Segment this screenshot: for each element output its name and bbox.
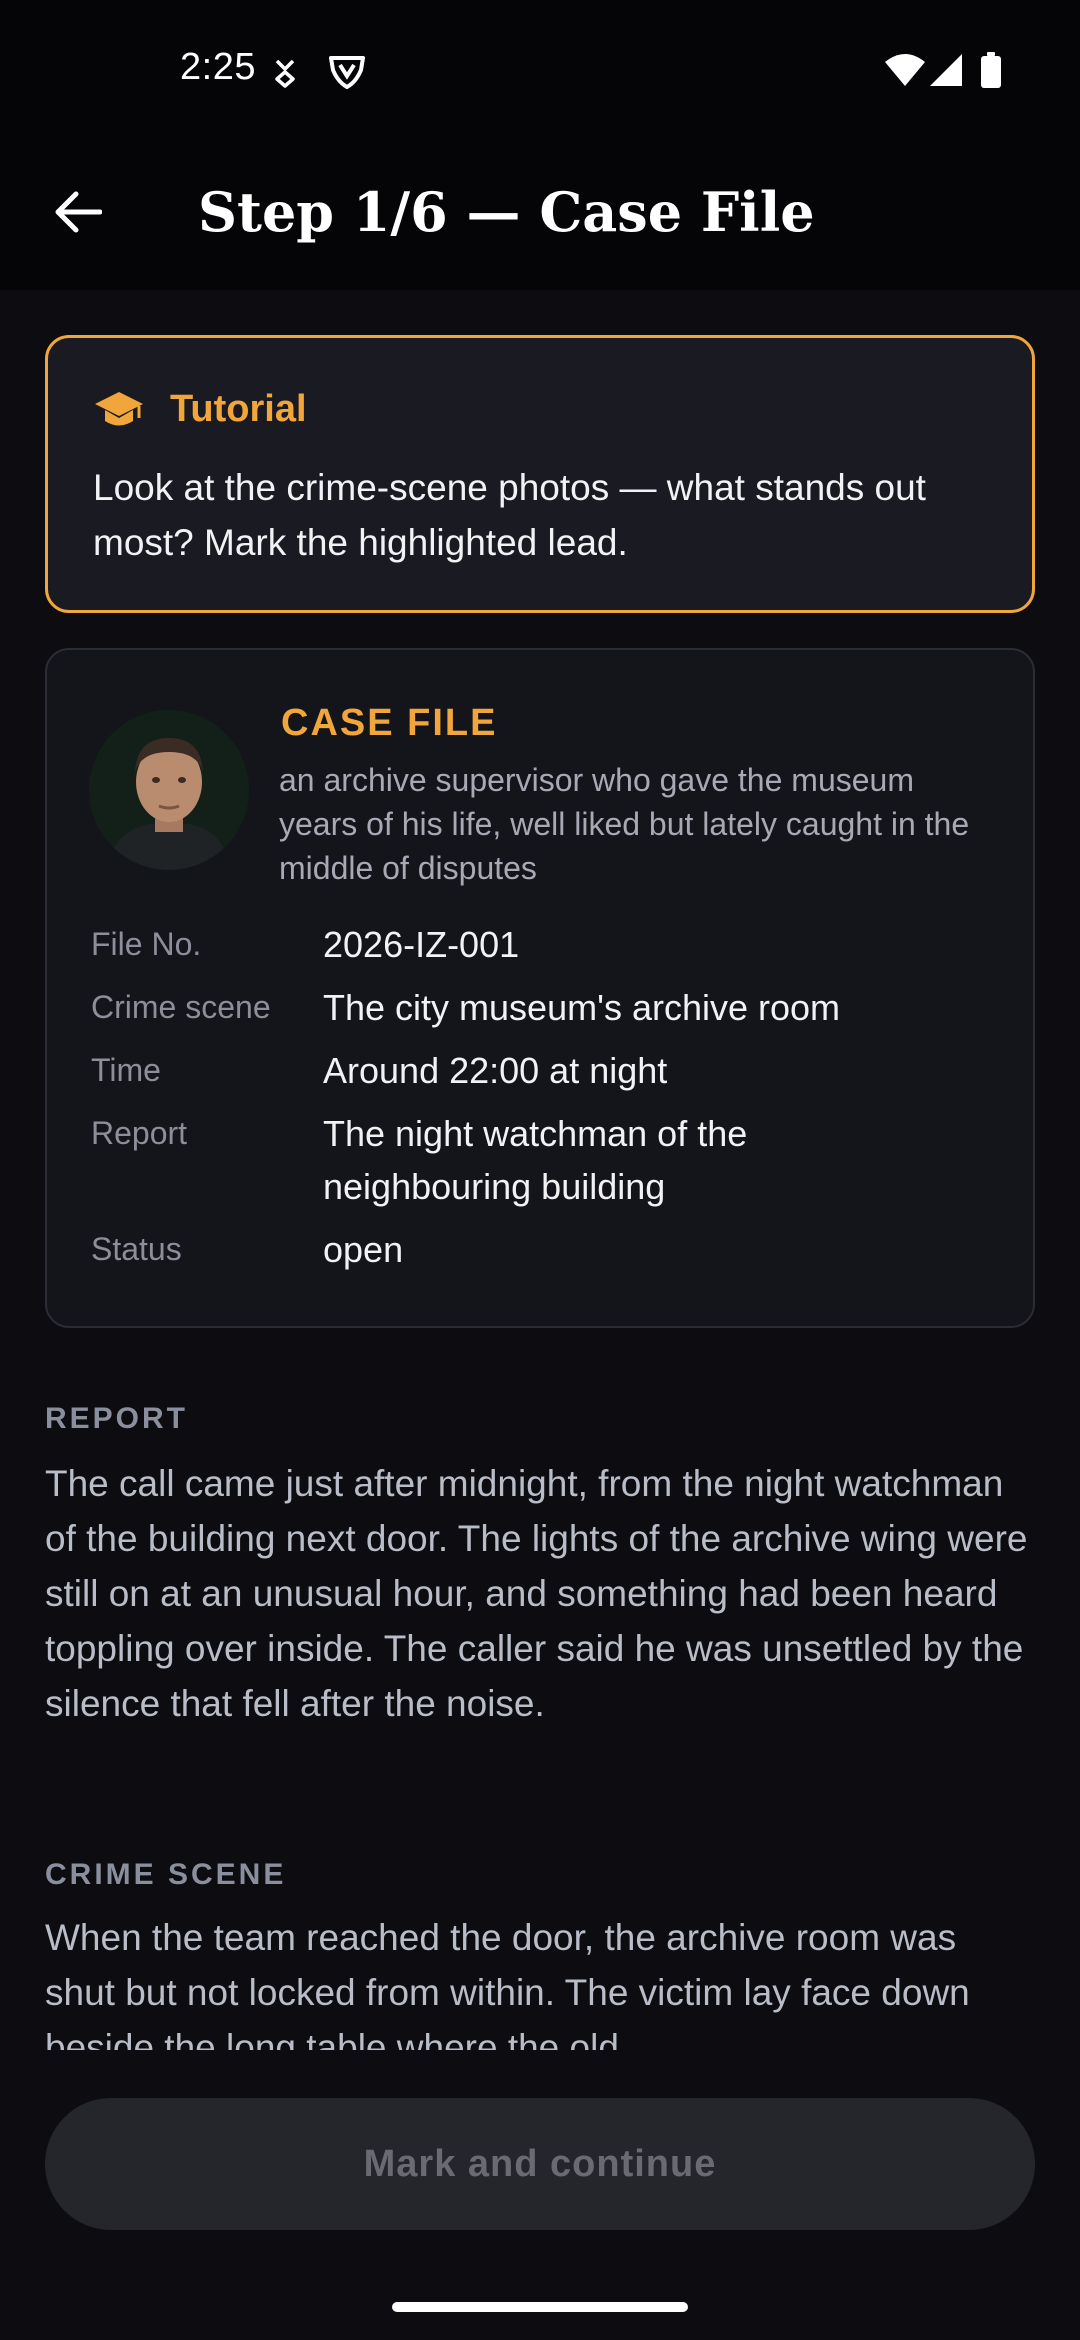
- tutorial-text: Look at the crime-scene photos — what st…: [93, 467, 926, 563]
- status-time: 2:25: [180, 46, 256, 88]
- shield-vpn-icon: [328, 54, 366, 90]
- crime-scene-body: When the team reached the door, the arch…: [45, 1917, 970, 2050]
- home-indicator[interactable]: [392, 2302, 688, 2312]
- tutorial-title: Tutorial: [170, 388, 307, 430]
- field-label: Status: [91, 1231, 182, 1267]
- page-title: Step 1/6 — Case File: [198, 180, 815, 244]
- crime-scene-scroll-area[interactable]: When the team reached the door, the arch…: [0, 1910, 1080, 2050]
- field-value: The night watchman of the neighbouring b…: [323, 1113, 748, 1207]
- field-row-time: Time Around 22:00 at night: [91, 1044, 1011, 1097]
- report-heading: REPORT: [45, 1402, 189, 1435]
- field-label: Crime scene: [91, 989, 271, 1025]
- case-file-label: CASE FILE: [281, 702, 498, 744]
- field-label: Time: [91, 1052, 161, 1088]
- field-value: Around 22:00 at night: [323, 1050, 668, 1091]
- field-value: The city museum's archive room: [323, 987, 841, 1028]
- field-row-crime-scene: Crime scene The city museum's archive ro…: [91, 981, 1011, 1034]
- field-value: 2026-IZ-001: [323, 924, 520, 965]
- status-bar: 2:25: [0, 0, 1080, 140]
- crime-scene-heading: CRIME SCENE: [45, 1858, 287, 1891]
- battery-icon: [980, 52, 1002, 88]
- report-body: The call came just after midnight, from …: [45, 1463, 1028, 1724]
- tutorial-card: Tutorial Look at the crime-scene photos …: [45, 335, 1035, 613]
- graduation-cap-icon: [93, 388, 145, 437]
- back-button[interactable]: [40, 176, 116, 252]
- mark-and-continue-button[interactable]: Mark and continue: [45, 2098, 1035, 2230]
- status-value: open: [323, 1229, 404, 1270]
- app-bar: Step 1/6 — Case File: [0, 140, 1080, 290]
- field-row-report: Report The night watchman of the neighbo…: [91, 1107, 1011, 1213]
- field-label: Report: [91, 1115, 188, 1151]
- download-notification-icon: [272, 58, 298, 88]
- field-label: File No.: [91, 926, 202, 962]
- screen: 2:25 Step 1/6 — Case File Tutorial Look …: [0, 0, 1080, 2340]
- avatar: [89, 710, 249, 870]
- case-file-card: CASE FILE an archive supervisor who gave…: [45, 648, 1035, 1328]
- case-description: an archive supervisor who gave the museu…: [279, 762, 970, 886]
- field-row-file-no: File No. 2026-IZ-001: [91, 918, 1011, 971]
- cellular-signal-icon: [928, 52, 964, 88]
- wifi-icon: [884, 52, 926, 88]
- arrow-left-icon: [54, 191, 103, 238]
- case-fields: File No. 2026-IZ-001 Crime scene The cit…: [91, 918, 1011, 1286]
- field-row-status: Status open: [91, 1223, 1011, 1276]
